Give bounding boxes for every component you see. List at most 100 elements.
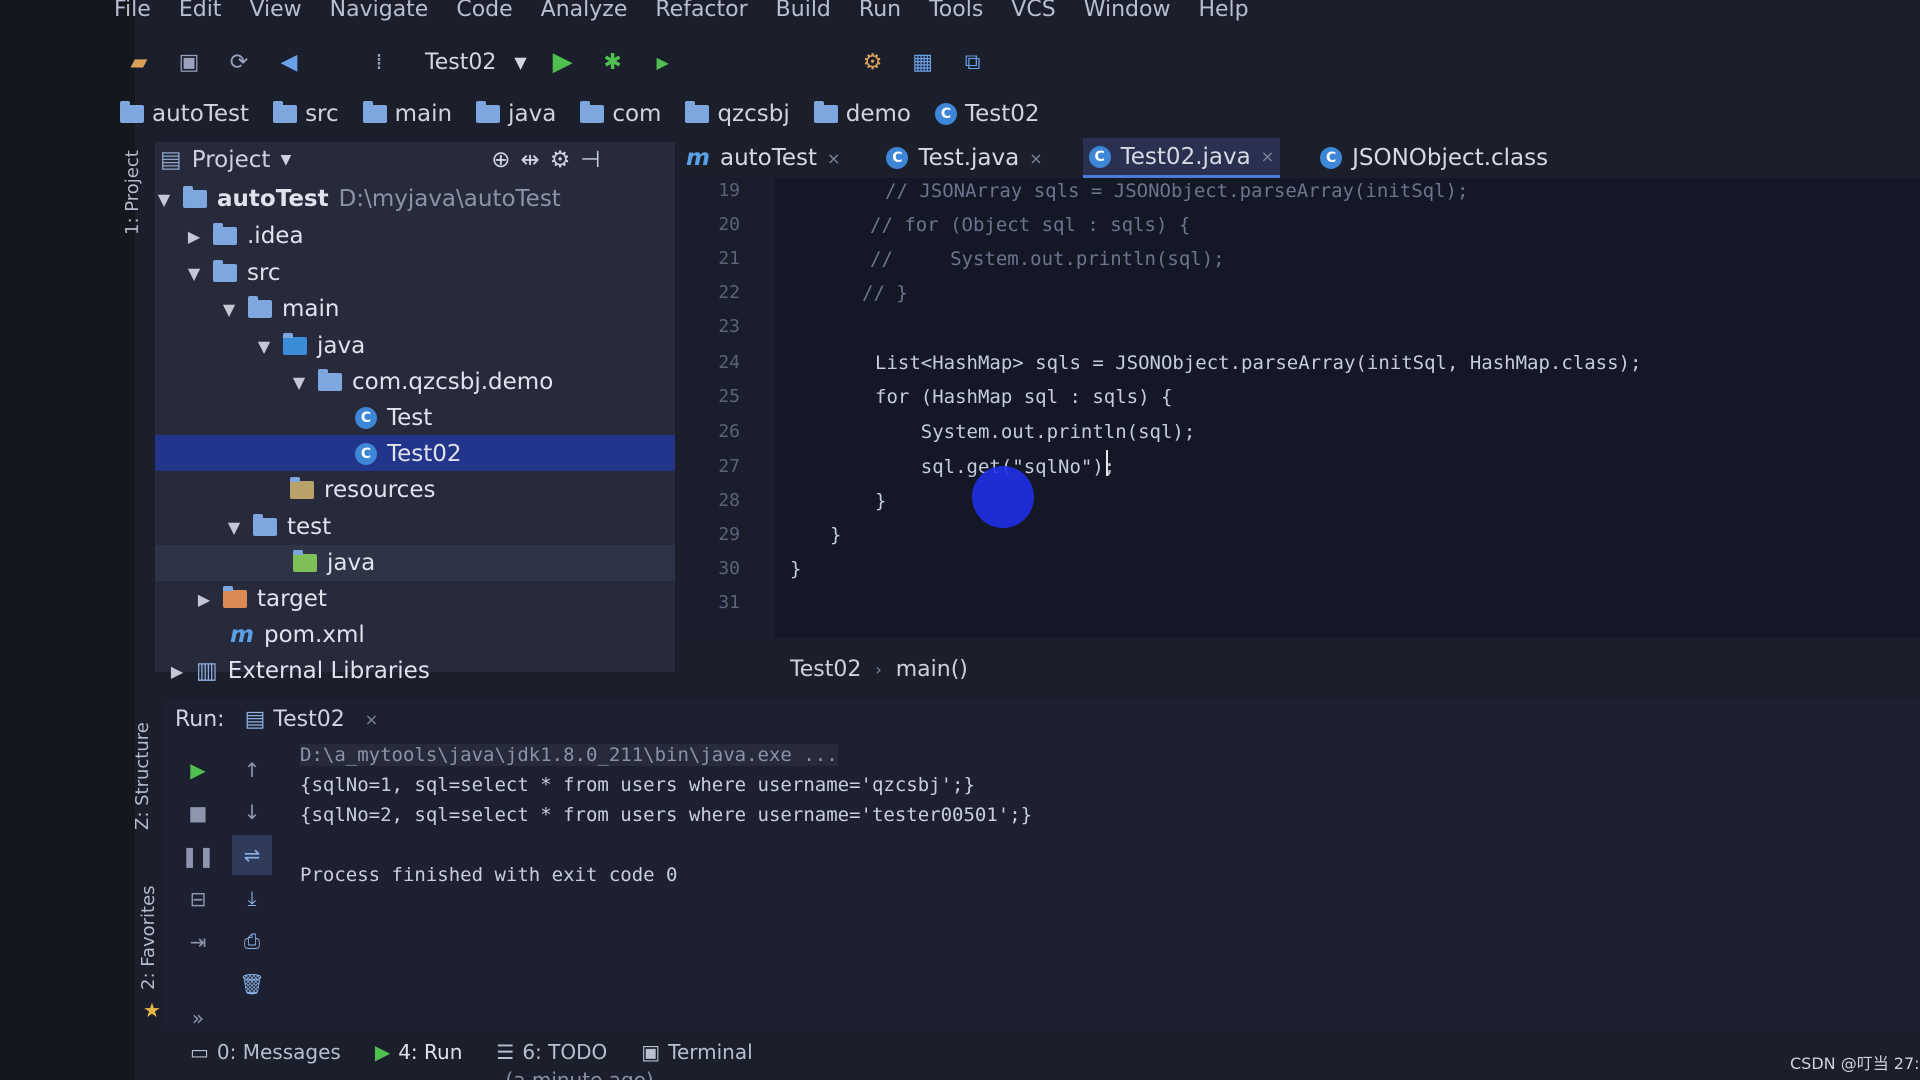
nav-test02[interactable]: C Test02 [934,101,1040,127]
tree-item-resources[interactable]: resources [290,473,435,507]
collapsed-arrow-icon[interactable]: ▶ [185,227,203,246]
expanded-arrow-icon[interactable]: ▼ [185,264,203,283]
nav-qzcsbj[interactable]: qzcsbj [685,101,790,127]
more-icon[interactable]: » [180,1000,216,1036]
side-tab-favorites[interactable]: 2: Favorites [138,885,159,990]
tree-item-main[interactable]: ▼ main [220,292,339,326]
side-tab-project[interactable]: 1: Project [122,150,143,235]
scroll-up-icon[interactable]: ↑ [232,750,272,790]
run-tab-test02[interactable]: Test02 [273,707,344,732]
side-tab-structure[interactable]: Z: Structure [132,722,153,830]
collapsed-arrow-icon[interactable]: ▶ [195,590,213,609]
tree-item-src[interactable]: ▼ src [185,256,281,290]
tree-item-java[interactable]: ▼ java [255,329,365,363]
menu-window[interactable]: Window [1084,0,1171,22]
menu-file[interactable]: File [114,0,151,22]
close-icon[interactable]: × [1261,147,1274,166]
menu-edit[interactable]: Edit [179,0,222,22]
tree-item-test02-class[interactable]: C Test02 [355,437,462,471]
run-icon[interactable]: ▶ [549,47,577,77]
nav-java[interactable]: java [476,101,556,127]
expanded-arrow-icon[interactable]: ▼ [225,518,243,537]
tool-messages[interactable]: ▭ 0: Messages [190,1040,341,1064]
tree-label: com.qzcsbj.demo [352,369,554,395]
tool-run[interactable]: ▶ 4: Run [375,1040,463,1064]
vcs-icon[interactable]: ⚙ [859,48,887,76]
locate-icon[interactable]: ⊕ [491,147,510,173]
save-all-icon[interactable]: ▣ [175,48,203,76]
close-icon[interactable]: × [1029,149,1042,168]
expanded-arrow-icon[interactable]: ▼ [290,373,308,392]
tab-test02-java[interactable]: C Test02.java × [1082,138,1281,178]
tab-jsonobject-class[interactable]: C JSONObject.class [1314,138,1554,178]
tab-autotest[interactable]: m autoTest × [680,138,846,178]
menu-code[interactable]: Code [456,0,512,22]
tree-item-test-java[interactable]: java [293,546,375,580]
exit-icon[interactable]: ⇥ [180,924,216,960]
close-icon[interactable]: × [827,149,840,168]
tool-todo[interactable]: ☰ 6: TODO [496,1040,607,1064]
console-output[interactable]: D:\a_mytools\java\jdk1.8.0_211\bin\java.… [300,740,1900,890]
rerun-icon[interactable]: ▶ [180,752,216,788]
pause-icon[interactable]: ❚❚ [180,838,216,874]
menu-analyze[interactable]: Analyze [541,0,628,22]
trash-icon[interactable]: 🗑 [232,964,272,1004]
sdk-icon[interactable]: ⧉ [959,48,987,76]
stop-icon[interactable]: ■ [180,795,216,831]
tree-item-test-class[interactable]: C Test [355,401,432,435]
terminal-icon: ▣ [641,1040,661,1064]
nav-demo[interactable]: demo [813,101,911,127]
collapse-icon[interactable]: ⇹ [521,147,540,173]
tree-item-test[interactable]: ▼ test [225,510,331,544]
tree-item-external-libraries[interactable]: ▶ ▥ External Libraries [168,654,430,688]
menu-navigate[interactable]: Navigate [330,0,429,22]
crumb-class[interactable]: Test02 [790,657,861,682]
scroll-to-end-icon[interactable]: ⤓ [232,878,272,918]
code-line: // for (Object sql : sqls) { [870,214,1191,236]
gear-icon[interactable]: ⚙ [550,147,571,173]
print-icon[interactable]: ⎙ [232,921,272,961]
collapsed-arrow-icon[interactable]: ▶ [168,662,186,681]
project-view-selector[interactable]: Project [192,147,271,173]
library-icon: ▥ [196,658,218,684]
tree-item-target[interactable]: ▶ target [195,582,327,616]
run-config-selector[interactable]: Test02 ▼ [425,50,527,75]
back-arrow-icon[interactable]: ◀ [275,48,303,76]
scroll-down-icon[interactable]: ↓ [232,792,272,832]
menu-refactor[interactable]: Refactor [655,0,747,22]
chevron-down-icon[interactable]: ▼ [280,152,291,168]
nav-main[interactable]: main [362,101,452,127]
coverage-icon[interactable]: ▶ [649,48,677,76]
expanded-arrow-icon[interactable]: ▼ [220,300,238,319]
code-editor[interactable] [680,178,1920,638]
crumb-method[interactable]: main() [896,657,968,682]
menu-help[interactable]: Help [1198,0,1248,22]
build-icon[interactable]: ⁞ [365,48,393,76]
expanded-arrow-icon[interactable]: ▼ [255,337,273,356]
menu-view[interactable]: View [249,0,301,22]
close-icon[interactable]: × [365,710,378,729]
nav-autotest[interactable]: autoTest [120,101,249,127]
sync-icon[interactable]: ⟳ [225,48,253,76]
tree-item-idea[interactable]: ▶ .idea [185,219,304,253]
tab-test-java[interactable]: C Test.java × [880,138,1048,178]
status-bar-message: ... (a minute ago) [480,1068,654,1080]
project-structure-icon[interactable]: ▦ [909,48,937,76]
debug-icon[interactable]: ✱ [599,48,627,76]
tree-item-package[interactable]: ▼ com.qzcsbj.demo [290,365,553,399]
expanded-arrow-icon[interactable]: ▼ [155,190,173,209]
nav-com[interactable]: com [580,101,661,127]
tool-terminal[interactable]: ▣ Terminal [641,1040,752,1064]
tree-item-pom[interactable]: m pom.xml [230,618,365,652]
open-folder-icon[interactable]: ▰ [125,48,153,76]
soft-wrap-icon[interactable]: ⇌ [232,835,272,875]
menu-vcs[interactable]: VCS [1011,0,1055,22]
tree-item-autotest[interactable]: ▼ autoTest D:\myjava\autoTest [155,182,561,216]
menu-tools[interactable]: Tools [929,0,983,22]
menu-run[interactable]: Run [859,0,901,22]
nav-src[interactable]: src [273,101,339,127]
line-number: 25 [718,386,740,407]
menu-build[interactable]: Build [776,0,831,22]
dump-threads-icon[interactable]: ⊟ [180,881,216,917]
hide-icon[interactable]: ⊣ [580,147,600,173]
